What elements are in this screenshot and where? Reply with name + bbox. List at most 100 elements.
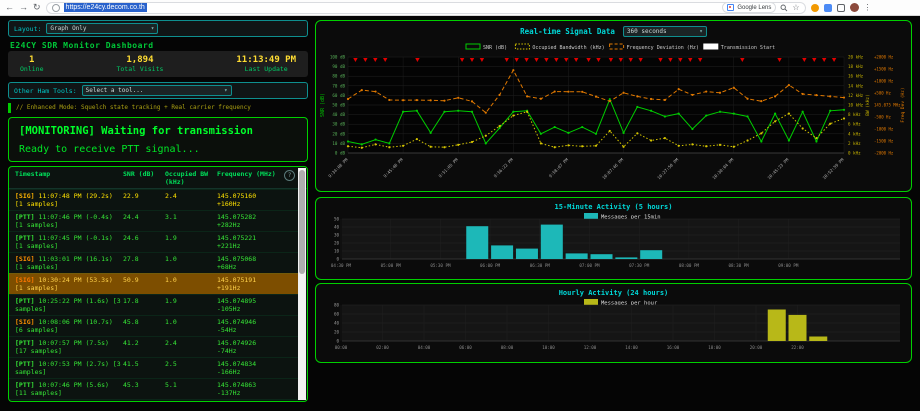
col-timestamp: Timestamp [15,171,123,186]
table-row[interactable]: [PTT] 10:07:57 PM (7.5s) [17 samples]41.… [9,336,298,357]
svg-text:40 dB: 40 dB [332,112,345,117]
hourly-activity-title: Hourly Activity (24 hours) [559,289,669,297]
table-row[interactable]: [SIG] 11:03:01 PM (16.1s) [1 samples]27.… [9,252,298,273]
right-column: Real-time Signal Data 360 seconds ▾ SNR … [315,16,912,411]
svg-text:10:30:04 PM: 10:30:04 PM [711,157,734,180]
realtime-signal-title: Real-time Signal Data [520,27,615,36]
table-row[interactable]: [PTT] 10:25:22 PM (1.6s) [3 samples]17.8… [9,294,298,315]
monitoring-status-line2: Ready to receive PTT signal... [19,144,297,155]
svg-text:02:00: 02:00 [376,345,389,350]
table-row[interactable]: [SIG] 11:07:48 PM (29.2s) [1 samples]22.… [9,189,298,210]
chevron-down-icon: ▾ [699,28,703,35]
google-lens-chip[interactable]: Google Lens [722,2,776,13]
monitoring-status-panel: [MONITORING] Waiting for transmission Re… [8,117,308,162]
google-lens-icon [727,4,734,11]
table-row[interactable]: [PTT] 9:54:31 PM 52.3145.075101 [9,399,298,402]
site-info-icon[interactable] [52,4,60,12]
tools-select[interactable]: Select a tool... ▾ [82,85,232,96]
bookmark-star-icon[interactable]: ☆ [792,4,799,12]
time-range-value: 360 seconds [627,28,667,35]
svg-text:04:00: 04:00 [418,345,431,350]
svg-text:90 dB: 90 dB [332,64,345,69]
svg-text:10:52:59 PM: 10:52:59 PM [822,157,845,180]
svg-text:06:30 PM: 06:30 PM [530,263,551,268]
monitoring-status-line1: [MONITORING] Waiting for transmission [19,125,297,137]
svg-text:SNR (dB): SNR (dB) [320,93,326,117]
svg-text:+500 Hz: +500 Hz [874,91,891,96]
svg-text:07:30 PM: 07:30 PM [629,263,650,268]
svg-text:00:00: 00:00 [335,345,348,350]
extension-icon-blue[interactable] [824,4,832,12]
search-icon[interactable] [780,4,788,12]
realtime-signal-header: Real-time Signal Data 360 seconds ▾ [316,23,911,39]
signal-log-table: Timestamp SNR (dB) Occupied BW (kHz) Fre… [8,166,308,402]
chevron-down-icon: ▾ [151,25,155,32]
svg-text:14:00: 14:00 [625,345,638,350]
col-occupied-bw: Occupied BW (kHz) [165,171,217,186]
table-row[interactable]: [PTT] 10:07:46 PM (5.6s) [11 samples]45.… [9,378,298,399]
extension-icon-orange[interactable] [811,4,819,12]
svg-text:14 kHz: 14 kHz [848,83,864,88]
google-lens-label: Google Lens [737,5,771,11]
svg-text:12 kHz: 12 kHz [848,93,864,98]
svg-text:0 kHz: 0 kHz [848,151,861,156]
activity-15min-panel: 15-Minute Activity (5 hours) Messages pe… [315,197,912,280]
extensions-puzzle-icon[interactable] [837,4,845,12]
stats-bar: 1 Online 1,894 Total Visits 11:13:49 PM … [8,51,308,77]
back-icon[interactable]: ← [5,3,14,12]
svg-text:16:00: 16:00 [667,345,680,350]
stat-online-value: 1 [20,55,43,65]
svg-text:9:45:40 PM: 9:45:40 PM [382,157,404,179]
address-bar[interactable]: https://e24cy.decom.co.th Google Lens ☆ [46,2,806,14]
svg-text:06:00: 06:00 [459,345,472,350]
svg-text:8 kHz: 8 kHz [848,112,861,117]
col-frequency: Frequency (MHz) [217,171,291,186]
left-column: Layout: Graph Only ▾ E24CY SDR Monitor D… [8,16,308,411]
url-text[interactable]: https://e24cy.decom.co.th [64,3,147,12]
page-title: E24CY SDR Monitor Dashboard [10,41,154,50]
help-icon[interactable]: ? [284,170,295,181]
svg-text:9:56:22 PM: 9:56:22 PM [493,157,515,179]
svg-text:18:00: 18:00 [708,345,721,350]
table-row[interactable]: [SIG] 10:08:06 PM (10.7s) [6 samples]45.… [9,315,298,336]
hourly-activity-header: Hourly Activity (24 hours) [316,287,911,299]
activity-15min-chart: Messages per 15min0102030405004:30 PM05:… [316,213,909,279]
svg-text:2 kHz: 2 kHz [848,141,861,146]
svg-text:+1500 Hz: +1500 Hz [874,67,894,72]
svg-text:08:30 PM: 08:30 PM [729,263,750,268]
time-range-select[interactable]: 360 seconds ▾ [623,26,707,37]
svg-text:05:30 PM: 05:30 PM [430,263,451,268]
svg-text:20 kHz: 20 kHz [848,55,864,60]
profile-avatar[interactable] [850,3,859,12]
stat-last-update: 11:13:49 PM Last Update [236,55,296,73]
svg-text:-2000 Hz: -2000 Hz [874,151,894,156]
layout-select[interactable]: Graph Only ▾ [46,23,158,34]
table-scrollbar-thumb[interactable] [299,170,305,274]
tools-bar: Other Ham Tools: Select a tool... ▾ [8,82,308,99]
svg-text:10 kHz: 10 kHz [848,103,864,108]
enhanced-mode-note: // Enhanced Mode: Squelch state tracking… [8,103,308,113]
table-row[interactable]: [SIG] 10:30:24 PM (53.3s) [1 samples]50.… [9,273,298,294]
svg-text:Occupied Bandwidth (kHz): Occupied Bandwidth (kHz) [532,45,604,51]
svg-text:16 kHz: 16 kHz [848,74,864,79]
tools-select-value: Select a tool... [86,87,144,94]
svg-text:Frequency Deviation (Hz): Frequency Deviation (Hz) [627,45,699,51]
sdr-dashboard-page: Layout: Graph Only ▾ E24CY SDR Monitor D… [0,16,920,411]
svg-text:Transmission Start: Transmission Start [721,45,775,51]
svg-text:70 dB: 70 dB [332,83,345,88]
table-scrollbar[interactable] [298,168,306,400]
svg-text:08:00 PM: 08:00 PM [679,263,700,268]
col-snr: SNR (dB) [123,171,165,186]
browser-menu-icon[interactable]: ⋮ [864,4,872,12]
refresh-icon[interactable]: ↻ [33,3,41,12]
stat-total-visits-label: Total Visits [116,65,163,73]
svg-text:100 dB: 100 dB [330,55,346,60]
table-row[interactable]: [PTT] 11:07:45 PM (-0.1s) [1 samples]24.… [9,231,298,252]
svg-text:30 dB: 30 dB [332,122,345,127]
forward-icon[interactable]: → [19,3,28,12]
svg-text:9:51:05 PM: 9:51:05 PM [438,157,460,179]
table-row[interactable]: [PTT] 10:07:53 PM (2.7s) [3 samples]41.5… [9,357,298,378]
table-row[interactable]: [PTT] 11:07:46 PM (-0.4s) [1 samples]24.… [9,210,298,231]
svg-text:05:00 PM: 05:00 PM [381,263,402,268]
svg-text:-500 Hz: -500 Hz [874,115,891,120]
